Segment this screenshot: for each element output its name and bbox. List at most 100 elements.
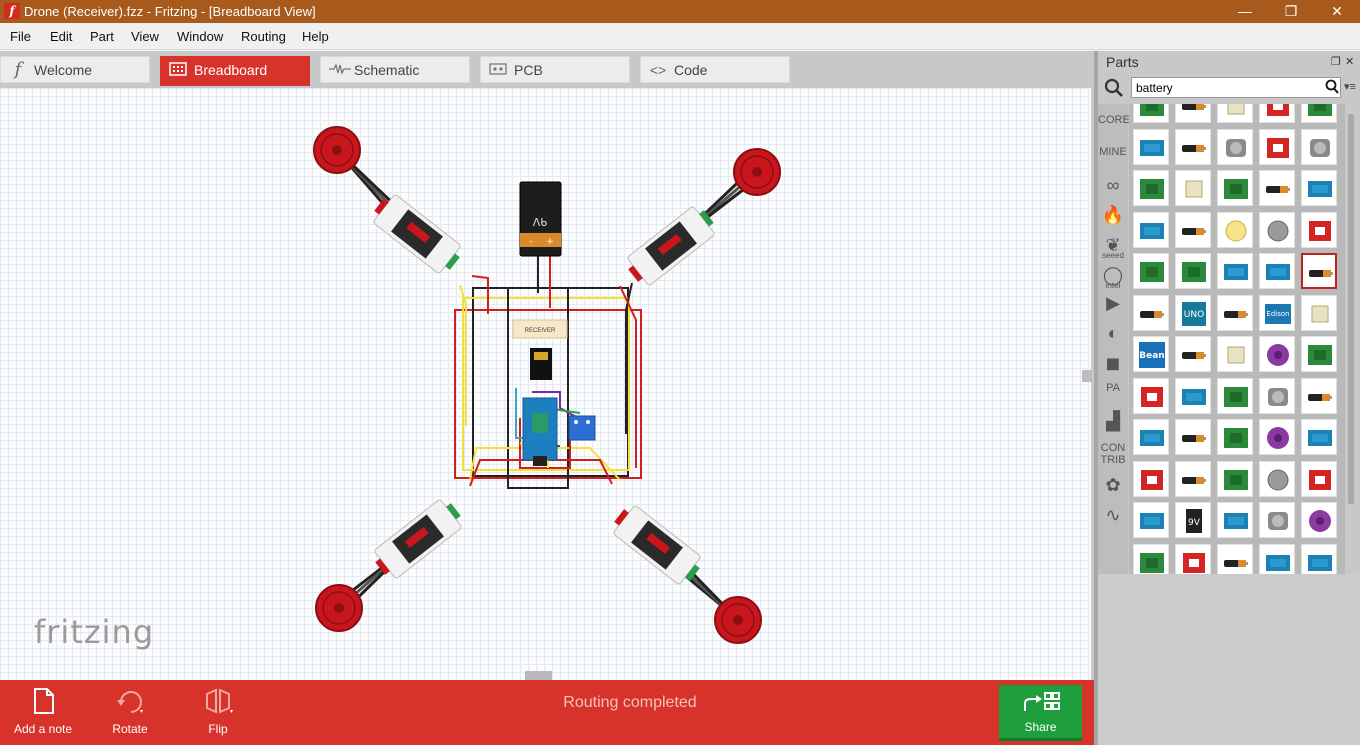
arm-front-left[interactable] bbox=[313, 126, 466, 278]
close-button[interactable]: ✕ bbox=[1314, 0, 1360, 23]
part-cell[interactable] bbox=[1301, 253, 1337, 289]
part-cell[interactable] bbox=[1133, 211, 1169, 248]
tab-schematic[interactable]: Schematic bbox=[320, 56, 470, 83]
part-cell[interactable] bbox=[1175, 128, 1211, 165]
part-cell[interactable] bbox=[1259, 419, 1295, 455]
bin-chip-icon[interactable]: ▟ bbox=[1098, 408, 1128, 436]
menu-file[interactable]: File bbox=[10, 29, 31, 44]
part-cell[interactable] bbox=[1133, 128, 1169, 165]
splitter-handle[interactable] bbox=[1082, 370, 1092, 382]
part-cell[interactable] bbox=[1133, 543, 1169, 574]
share-button[interactable]: Share bbox=[999, 685, 1082, 741]
part-cell[interactable] bbox=[1217, 419, 1253, 455]
search-options-icon[interactable]: ▾≡ bbox=[1344, 80, 1356, 93]
part-cell[interactable] bbox=[1133, 294, 1169, 331]
part-cell[interactable] bbox=[1217, 104, 1253, 123]
part-cell[interactable] bbox=[1301, 294, 1337, 331]
part-cell[interactable]: Bean bbox=[1133, 336, 1169, 372]
part-cell[interactable] bbox=[1217, 294, 1253, 331]
part-cell[interactable] bbox=[1259, 377, 1295, 414]
part-cell[interactable] bbox=[1133, 419, 1169, 455]
menu-view[interactable]: View bbox=[131, 29, 159, 44]
part-cell[interactable] bbox=[1175, 336, 1211, 372]
part-cell[interactable] bbox=[1133, 502, 1169, 538]
part-cell[interactable] bbox=[1301, 543, 1337, 574]
part-cell[interactable] bbox=[1217, 253, 1253, 289]
part-cell[interactable] bbox=[1175, 543, 1211, 574]
add-note-button[interactable]: Add a note bbox=[3, 686, 83, 741]
arm-rear-left[interactable] bbox=[315, 495, 467, 632]
bin-flower-icon[interactable]: ✿ bbox=[1098, 472, 1128, 500]
tab-code[interactable]: <> Code bbox=[640, 56, 790, 83]
bin-intel-icon[interactable]: ◯ intel bbox=[1098, 262, 1128, 290]
part-cell[interactable] bbox=[1175, 104, 1211, 123]
part-cell[interactable] bbox=[1301, 419, 1337, 455]
parts-scrollbar[interactable] bbox=[1347, 104, 1355, 574]
part-cell[interactable] bbox=[1301, 104, 1337, 123]
bin-label[interactable]: CORE bbox=[1098, 110, 1130, 138]
part-cell[interactable] bbox=[1259, 336, 1295, 372]
part-cell[interactable] bbox=[1259, 170, 1295, 206]
part-cell[interactable] bbox=[1217, 543, 1253, 574]
undock-icon[interactable]: ❐ bbox=[1331, 55, 1341, 68]
part-cell[interactable] bbox=[1175, 253, 1211, 289]
part-cell[interactable] bbox=[1259, 502, 1295, 538]
bin-arduino-icon[interactable]: ∞ bbox=[1098, 172, 1128, 200]
part-cell[interactable]: 9V bbox=[1175, 502, 1211, 538]
bin-label[interactable]: PA bbox=[1098, 378, 1128, 406]
part-cell[interactable]: UNO bbox=[1175, 294, 1211, 331]
part-cell[interactable] bbox=[1301, 336, 1337, 372]
breadboard-canvas[interactable]: RECEIVER ᐱᑲ - + fritzing bbox=[0, 88, 1092, 680]
part-cell[interactable] bbox=[1175, 211, 1211, 248]
minimize-button[interactable]: — bbox=[1222, 0, 1268, 23]
menu-routing[interactable]: Routing bbox=[241, 29, 286, 44]
part-cell[interactable] bbox=[1133, 253, 1169, 289]
part-cell[interactable] bbox=[1175, 170, 1211, 206]
arm-front-right[interactable] bbox=[622, 148, 781, 290]
part-cell[interactable] bbox=[1259, 543, 1295, 574]
part-cell[interactable] bbox=[1175, 377, 1211, 414]
bin-contrib-bin-icon[interactable]: ◼ bbox=[1098, 350, 1128, 378]
close-panel-icon[interactable]: ✕ bbox=[1345, 55, 1354, 68]
horizontal-scrollbar[interactable] bbox=[525, 671, 552, 680]
part-cell[interactable] bbox=[1301, 170, 1337, 206]
menu-part[interactable]: Part bbox=[90, 29, 114, 44]
part-cell[interactable] bbox=[1217, 336, 1253, 372]
part-cell[interactable] bbox=[1175, 419, 1211, 455]
bin-seeed-icon[interactable]: ❦ seeed bbox=[1098, 232, 1128, 260]
search-icon[interactable] bbox=[1104, 78, 1124, 98]
part-cell[interactable] bbox=[1133, 377, 1169, 414]
part-cell[interactable] bbox=[1133, 460, 1169, 497]
part-cell[interactable] bbox=[1217, 211, 1253, 248]
part-cell[interactable] bbox=[1217, 377, 1253, 414]
part-cell[interactable] bbox=[1259, 460, 1295, 497]
part-cell[interactable] bbox=[1259, 104, 1295, 123]
bin-snootlab-icon[interactable]: ◐ bbox=[1098, 320, 1128, 348]
part-cell[interactable] bbox=[1175, 460, 1211, 497]
part-cell[interactable] bbox=[1301, 128, 1337, 165]
part-cell[interactable] bbox=[1217, 128, 1253, 165]
parts-search-input[interactable] bbox=[1131, 77, 1341, 98]
part-cell[interactable] bbox=[1217, 502, 1253, 538]
menu-help[interactable]: Help bbox=[302, 29, 329, 44]
part-cell[interactable] bbox=[1301, 502, 1337, 538]
bin-sparkfun-icon[interactable]: 🔥 bbox=[1098, 202, 1128, 230]
menu-edit[interactable]: Edit bbox=[50, 29, 72, 44]
part-cell[interactable] bbox=[1259, 253, 1295, 289]
tab-welcome[interactable]: f Welcome bbox=[0, 56, 150, 83]
part-cell[interactable] bbox=[1259, 211, 1295, 248]
part-cell[interactable] bbox=[1301, 211, 1337, 248]
part-cell[interactable] bbox=[1259, 128, 1295, 165]
maximize-button[interactable]: ❐ bbox=[1268, 0, 1314, 23]
part-cell[interactable] bbox=[1301, 460, 1337, 497]
bin-label[interactable]: CON TRIB bbox=[1098, 438, 1128, 466]
tab-breadboard[interactable]: Breadboard bbox=[160, 56, 310, 86]
bin-scope-icon[interactable]: ∿ bbox=[1098, 502, 1128, 530]
part-cell[interactable]: Edison bbox=[1259, 294, 1295, 331]
search-go-icon[interactable] bbox=[1325, 79, 1339, 95]
part-cell[interactable] bbox=[1217, 170, 1253, 206]
rotate-button[interactable]: Rotate bbox=[90, 686, 170, 741]
bin-play-icon[interactable]: ▶ bbox=[1098, 290, 1128, 318]
menu-window[interactable]: Window bbox=[177, 29, 223, 44]
scrollbar-thumb[interactable] bbox=[1348, 114, 1354, 504]
